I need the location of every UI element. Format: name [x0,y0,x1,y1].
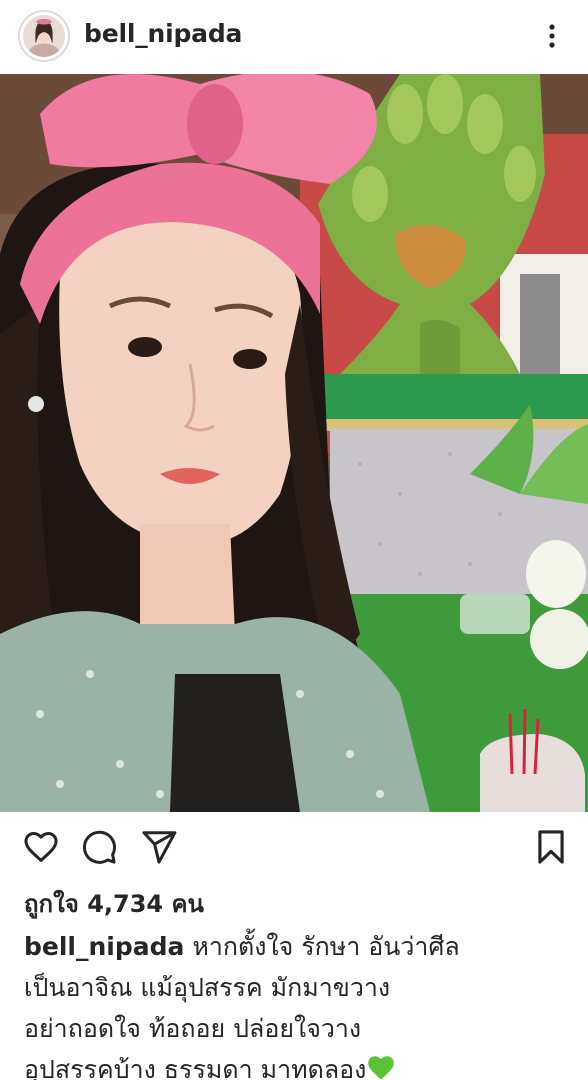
post-action-bar [0,812,588,882]
comment-bubble-icon[interactable] [80,828,118,866]
post-username[interactable]: bell_nipada [84,19,242,48]
caption-text-3: อย่าถอดใจ ท้อถอย ปล่อยใจวาง [24,1014,362,1043]
caption-text-4: อุปสรรคบ้าง ธรรมดา มาทดลอง [24,1055,367,1080]
likes-count[interactable]: ถูกใจ 4,734 คน [24,884,204,923]
heart-outline-icon[interactable] [22,828,60,866]
more-options-icon[interactable] [536,20,568,52]
caption-text-2: เป็นอาจิณ แม้อุปสรรค มักมาขวาง [24,973,391,1002]
bookmark-icon[interactable] [532,828,570,866]
post-header: bell_nipada [0,0,588,74]
paper-plane-icon[interactable] [140,828,178,866]
avatar-image [23,15,65,57]
avatar[interactable] [18,10,70,62]
post-caption: bell_nipada หากตั้งใจ รักษา อันว่าศีล เป… [24,926,569,1080]
caption-username[interactable]: bell_nipada [24,932,184,961]
green-heart-emoji-icon [366,1052,396,1080]
caption-line-1: bell_nipada หากตั้งใจ รักษา อันว่าศีล [24,926,569,967]
post-photo[interactable] [0,74,588,812]
caption-line-4: อุปสรรคบ้าง ธรรมดา มาทดลอง [24,1049,569,1080]
caption-text-1: หากตั้งใจ รักษา อันว่าศีล [192,932,460,961]
